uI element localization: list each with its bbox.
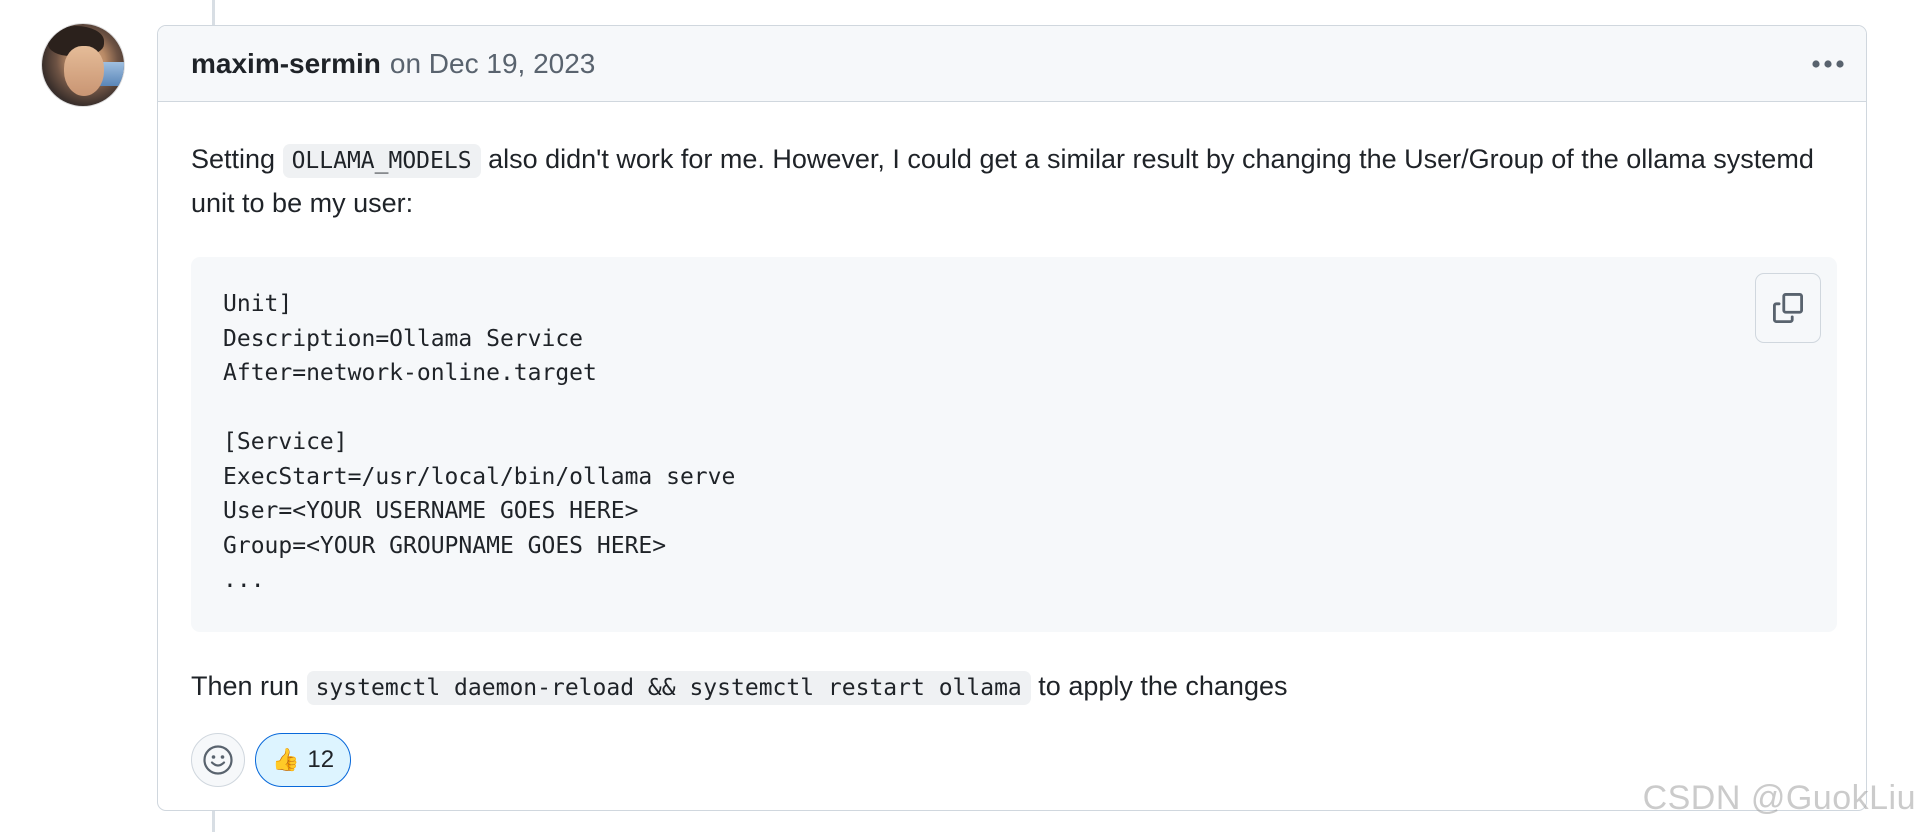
comment-header: maxim-sermin on Dec 19, 2023 bbox=[158, 26, 1866, 102]
copy-code-button[interactable] bbox=[1755, 273, 1821, 343]
author-link[interactable]: maxim-sermin bbox=[191, 48, 381, 80]
code-line: Group=<YOUR GROUPNAME GOES HERE> bbox=[223, 532, 667, 559]
code-line: After=network-online.target bbox=[223, 360, 597, 386]
code-line: ... bbox=[223, 567, 265, 593]
copy-icon bbox=[1773, 293, 1803, 323]
more-options-button[interactable] bbox=[1808, 46, 1848, 82]
watermark: CSDN @GuokLiu bbox=[1642, 779, 1916, 817]
kebab-horizontal-icon bbox=[1812, 60, 1844, 68]
code-line: [Service] bbox=[223, 429, 348, 455]
code-lines: Unit] Description=Ollama Service After=net… bbox=[223, 287, 1805, 598]
comment-paragraph-2: Then run systemctl daemon-reload && syst… bbox=[191, 665, 1833, 709]
thumbs-up-reaction-button[interactable]: 👍 12 bbox=[255, 733, 352, 787]
paragraph-text: Then run bbox=[191, 671, 307, 701]
code-line: Description=Ollama Service bbox=[223, 325, 584, 352]
comment-body: Setting OLLAMA_MODELS also didn't work f… bbox=[158, 102, 1866, 787]
avatar[interactable] bbox=[42, 24, 124, 106]
reaction-count: 12 bbox=[307, 746, 335, 773]
add-reaction-button[interactable] bbox=[191, 733, 245, 787]
code-block[interactable]: Unit] Description=Ollama Service After=net… bbox=[191, 257, 1837, 632]
smiley-icon bbox=[203, 745, 233, 775]
comment-card: maxim-sermin on Dec 19, 2023 Setting OLL… bbox=[157, 25, 1867, 811]
inline-code-command: systemctl daemon-reload && systemctl res… bbox=[306, 671, 1031, 705]
code-line: User=<YOUR USERNAME GOES HERE> bbox=[223, 498, 639, 524]
inline-code-env-var: OLLAMA_MODELS bbox=[282, 144, 481, 178]
code-line: ExecStart=/usr/local/bin/ollama serve bbox=[223, 463, 736, 490]
page: maxim-sermin on Dec 19, 2023 Setting OLL… bbox=[0, 0, 1920, 832]
code-line: Unit] bbox=[223, 291, 293, 317]
thumbs-up-icon: 👍 bbox=[272, 747, 300, 773]
avatar-face bbox=[64, 46, 104, 96]
paragraph-text: to apply the changes bbox=[1030, 671, 1288, 701]
comment-paragraph-1: Setting OLLAMA_MODELS also didn't work f… bbox=[191, 138, 1833, 224]
paragraph-text: Setting bbox=[191, 144, 283, 174]
reactions-bar: 👍 12 bbox=[191, 733, 1833, 787]
comment-timestamp[interactable]: on Dec 19, 2023 bbox=[390, 48, 596, 80]
